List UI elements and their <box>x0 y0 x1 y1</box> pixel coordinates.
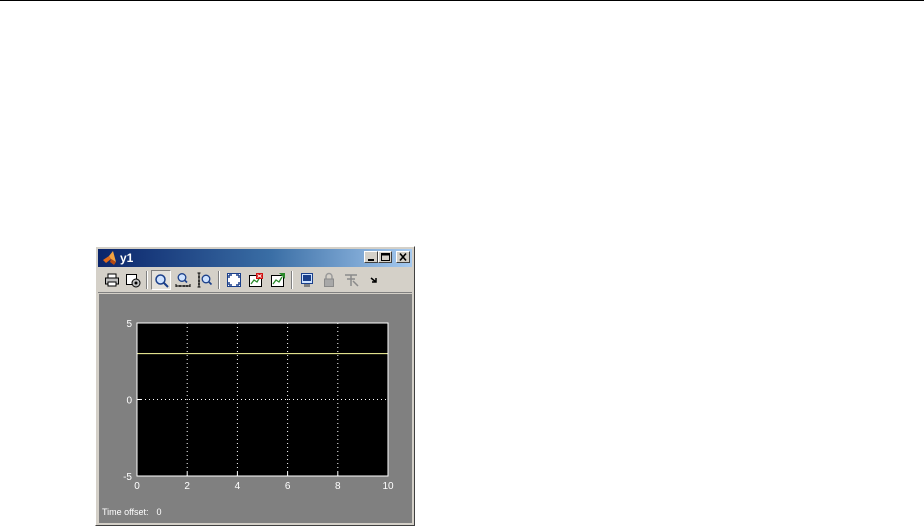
zoom-x-icon <box>175 273 191 287</box>
y-tick-label: 0 <box>126 396 132 407</box>
time-offset-value: 0 <box>156 507 162 517</box>
window-title: y1 <box>120 251 134 265</box>
x-tick-label: 6 <box>285 481 291 492</box>
y-tick-label: 5 <box>126 319 132 330</box>
y-tick-label: -5 <box>123 472 132 483</box>
zoom-y-icon <box>197 272 213 288</box>
close-button[interactable] <box>396 251 410 263</box>
autoscale-button[interactable] <box>224 270 244 290</box>
time-offset-label: Time offset: <box>102 507 149 517</box>
floating-scope-button[interactable] <box>297 270 317 290</box>
maximize-icon <box>381 253 390 261</box>
page-top-divider <box>0 0 924 1</box>
scope-window: y1 0 2 4 6 8 10 -5 0 5 Time offset: 0 <box>95 246 415 526</box>
plot-area <box>137 323 388 476</box>
lock-axes-button[interactable] <box>319 270 339 290</box>
save-axes-settings-button[interactable] <box>246 270 266 290</box>
zoom-button[interactable] <box>151 270 171 290</box>
zoom-x-button[interactable] <box>173 270 193 290</box>
restore-axes-settings-icon <box>271 273 285 287</box>
zoom-icon <box>155 274 169 288</box>
scope-toolbar <box>98 268 412 293</box>
parameters-icon <box>126 274 141 288</box>
x-tick-label: 4 <box>235 481 241 492</box>
print-icon <box>105 273 119 287</box>
restore-axes-settings-button[interactable] <box>268 270 288 290</box>
scope-display: 0 2 4 6 8 10 -5 0 5 Time offset: 0 <box>99 294 412 523</box>
minimize-icon <box>368 259 374 261</box>
lock-axes-icon <box>324 272 334 287</box>
zoom-y-button[interactable] <box>195 270 215 290</box>
maximize-button[interactable] <box>378 251 392 263</box>
x-tick-label: 2 <box>184 481 190 492</box>
toolbar-separator <box>291 271 293 289</box>
scope-plot: 0 2 4 6 8 10-505 <box>123 319 394 492</box>
toolbar-separator <box>146 271 148 289</box>
signal-selection-button[interactable] <box>341 270 361 290</box>
x-tick-label: 8 <box>335 481 341 492</box>
signal-selection-icon <box>345 274 359 287</box>
print-button[interactable] <box>102 270 122 290</box>
toolbar-overflow-icon <box>370 277 377 283</box>
x-tick-label: 10 <box>382 481 394 492</box>
save-axes-settings-icon <box>249 273 263 287</box>
x-tick-label: 0 <box>134 481 140 492</box>
toolbar-overflow-button[interactable] <box>364 270 384 290</box>
parameters-button[interactable] <box>123 270 143 290</box>
floating-scope-icon <box>301 273 313 287</box>
close-icon <box>399 252 407 262</box>
title-bar[interactable]: y1 <box>98 249 412 267</box>
minimize-button[interactable] <box>364 251 378 263</box>
autoscale-icon <box>227 273 241 287</box>
toolbar-separator <box>218 271 220 289</box>
time-offset-readout: Time offset: 0 <box>102 507 162 517</box>
matlab-logo-icon <box>103 251 116 265</box>
